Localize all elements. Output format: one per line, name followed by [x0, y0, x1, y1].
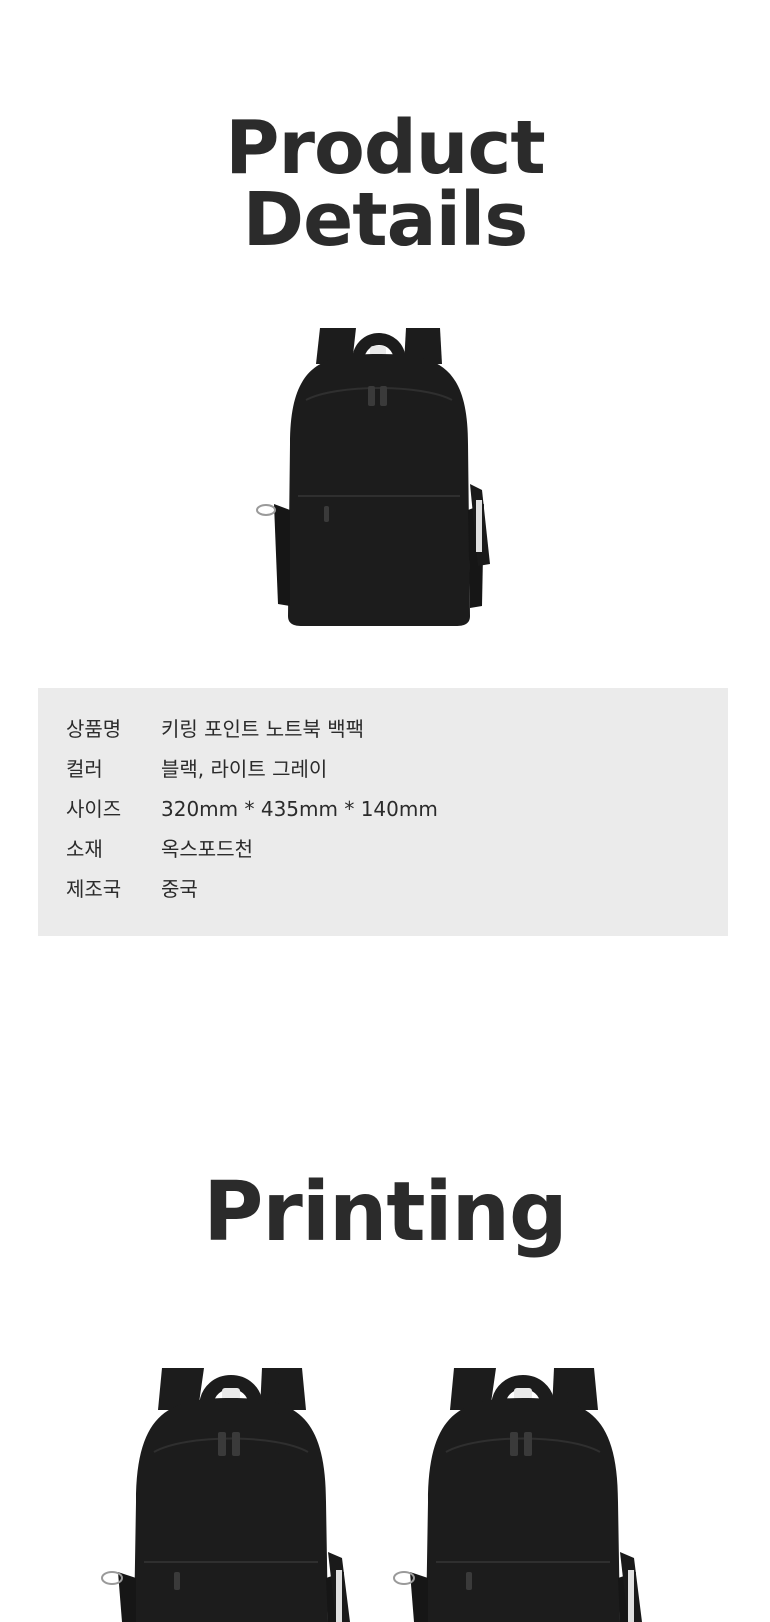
- spec-label: 사이즈: [66, 797, 122, 821]
- spec-value: 블랙, 라이트 그레이: [161, 757, 328, 781]
- spec-label: 컬러: [66, 757, 103, 781]
- spec-label: 상품명: [66, 717, 122, 741]
- printing-heading: Printing: [203, 1165, 567, 1260]
- backpack-photo-main: [256, 324, 502, 636]
- spec-value: 중국: [161, 877, 198, 901]
- product-details-heading: Product Details: [0, 105, 770, 263]
- spec-value: 키링 포인트 노트북 백팩: [161, 717, 365, 741]
- spec-label: 제조국: [66, 877, 122, 901]
- spec-label: 소재: [66, 837, 103, 861]
- backpack-photo-printing-right: [392, 1362, 664, 1622]
- product-detail-page: Product Details 상품명 키링 포인트 노트북 백팩 컬러 블랙,…: [0, 0, 770, 1622]
- product-details-heading-line1: Product: [225, 105, 545, 191]
- spec-value: 옥스포드천: [161, 837, 253, 861]
- spec-value: 320mm * 435mm * 140mm: [161, 797, 438, 821]
- spec-table: 상품명 키링 포인트 노트북 백팩 컬러 블랙, 라이트 그레이 사이즈 320…: [38, 688, 728, 936]
- backpack-photo-printing-left: [100, 1362, 372, 1622]
- product-details-heading-line2: Details: [242, 177, 529, 263]
